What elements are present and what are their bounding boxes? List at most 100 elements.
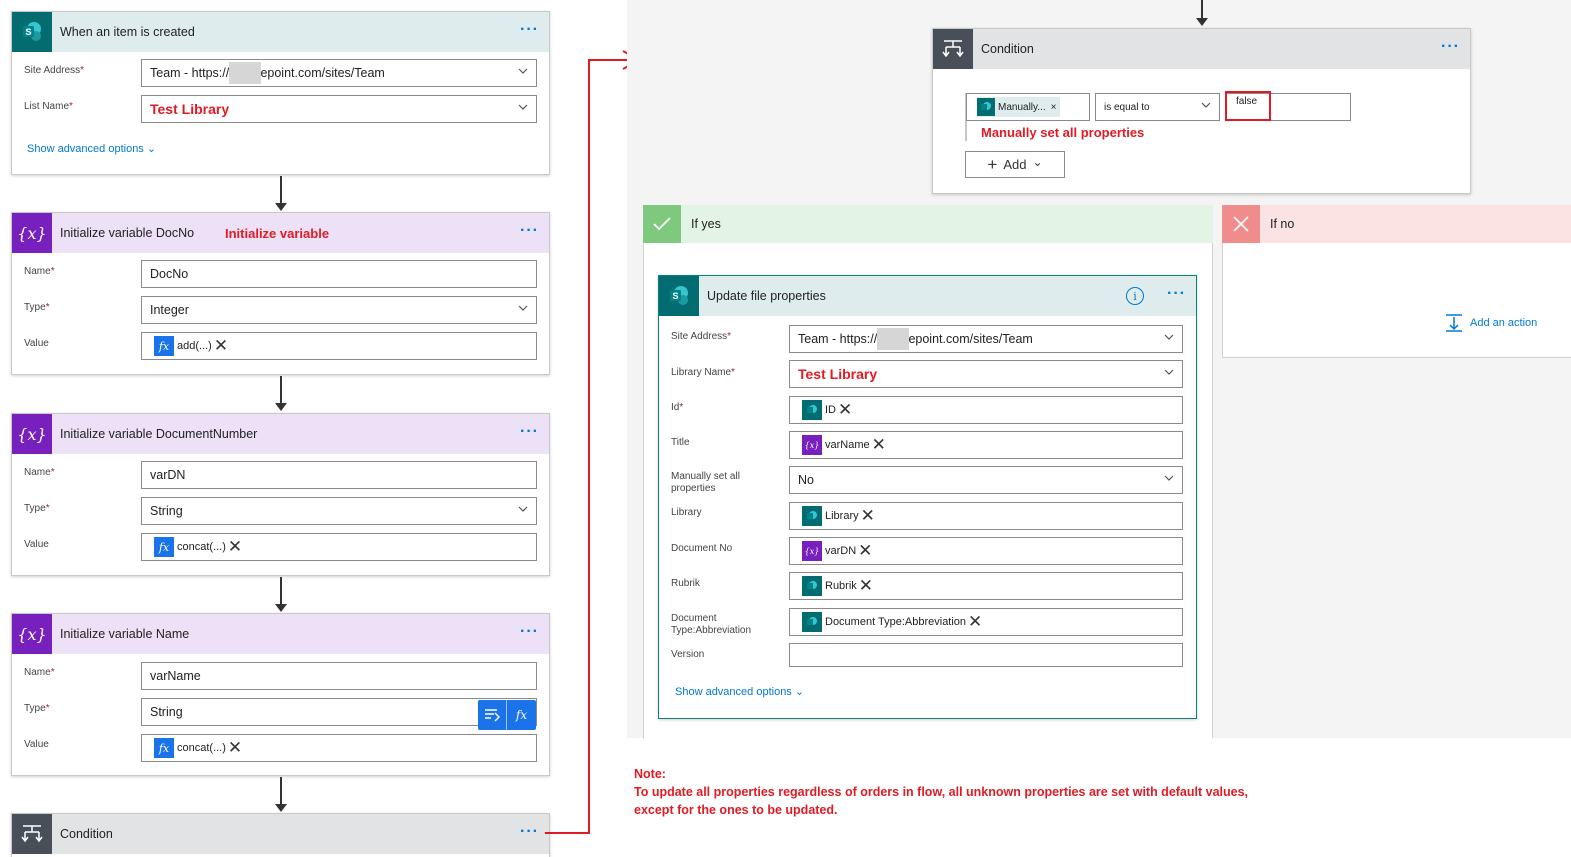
library-name-dropdown[interactable]: Test Library: [789, 360, 1183, 388]
more-options-icon[interactable]: ···: [1441, 39, 1460, 55]
chevron-down-icon[interactable]: [1164, 367, 1174, 377]
initialize-variable-annotation: Initialize variable: [225, 226, 330, 241]
init-variable-name-card[interactable]: {x} Initialize variable Name ··· Name* v…: [11, 613, 550, 776]
more-options-icon[interactable]: ···: [520, 824, 539, 840]
condition-collapsed-header[interactable]: Condition ···: [12, 814, 549, 854]
remove-token-icon[interactable]: ✕: [228, 739, 242, 756]
type-dropdown[interactable]: String: [141, 497, 537, 525]
condition-collapsed-card[interactable]: Condition ···: [11, 813, 550, 857]
condition-collapsed-title: Condition: [60, 827, 113, 841]
init-variable-docno-card[interactable]: {x} Initialize variable DocNo Initialize…: [11, 212, 550, 375]
expression-token[interactable]: fx concat(...) ✕: [154, 537, 242, 557]
init-documentnumber-header[interactable]: {x} Initialize variable DocumentNumber ·…: [12, 414, 549, 454]
if-no-header[interactable]: If no: [1222, 205, 1571, 243]
dynamic-content-icon[interactable]: [478, 700, 507, 730]
type-label: Type*: [24, 302, 50, 313]
dynamic-token-id[interactable]: ID ✕: [802, 400, 852, 420]
library-input[interactable]: Library ✕: [789, 502, 1183, 530]
trigger-card-header[interactable]: S When an item is created ···: [12, 12, 549, 52]
remove-token-icon[interactable]: ✕: [838, 401, 852, 418]
name-input[interactable]: varDN: [141, 461, 537, 489]
library-name-value: Test Library: [798, 366, 878, 382]
chevron-down-icon: ⌄: [146, 143, 157, 155]
dynamic-content-toolbar: fx: [478, 700, 536, 730]
dynamic-token-label: Library: [825, 510, 859, 522]
show-advanced-options-link[interactable]: Show advanced options ⌄: [675, 685, 804, 698]
dynamic-token-library[interactable]: Library ✕: [802, 506, 875, 526]
dynamic-token-varname[interactable]: {x} varName ✕: [802, 435, 886, 455]
sharepoint-icon: [802, 400, 822, 420]
dynamic-token-label: varName: [825, 439, 870, 451]
name-input[interactable]: DocNo: [141, 260, 537, 288]
expression-token[interactable]: fx add(...) ✕: [154, 336, 228, 356]
name-input[interactable]: varName: [141, 662, 537, 690]
site-address-dropdown[interactable]: Team - https:// .sharepoint.com/sites/Te…: [789, 325, 1183, 353]
if-yes-header[interactable]: If yes: [643, 205, 1213, 243]
more-options-icon[interactable]: ···: [520, 223, 539, 239]
show-advanced-options-link[interactable]: Show advanced options ⌄: [27, 142, 156, 155]
more-options-icon[interactable]: ···: [520, 624, 539, 640]
expression-token[interactable]: fx concat(...) ✕: [154, 738, 242, 758]
list-name-dropdown[interactable]: Test Library: [141, 95, 537, 123]
dynamic-token-rubrik[interactable]: Rubrik ✕: [802, 576, 873, 596]
connector-arrow-icon: [275, 604, 287, 612]
if-no-title: If no: [1270, 217, 1295, 231]
info-icon[interactable]: i: [1126, 287, 1144, 305]
condition-left-operand[interactable]: Manually... ×: [966, 93, 1090, 121]
value-input[interactable]: fx concat(...) ✕: [141, 734, 537, 762]
manually-set-dropdown[interactable]: No: [789, 466, 1183, 494]
remove-token-icon[interactable]: ✕: [859, 577, 873, 594]
note-title: Note:: [634, 767, 666, 781]
chevron-down-icon[interactable]: [518, 66, 528, 76]
site-address-dropdown[interactable]: Team - https:// .sharepoint.com/sites/Te…: [141, 59, 537, 87]
dynamic-token-document-type[interactable]: Document Type:Abbreviation ✕: [802, 612, 982, 632]
document-no-input[interactable]: {x} varDN ✕: [789, 537, 1183, 565]
remove-token-icon[interactable]: ✕: [228, 538, 242, 555]
remove-token-icon[interactable]: ✕: [968, 613, 982, 630]
chevron-down-icon[interactable]: [518, 504, 528, 514]
operator-dropdown[interactable]: is equal to: [1095, 93, 1220, 121]
chevron-down-icon[interactable]: [518, 303, 528, 313]
init-variable-documentnumber-card[interactable]: {x} Initialize variable DocumentNumber ·…: [11, 413, 550, 576]
init-name-header[interactable]: {x} Initialize variable Name ···: [12, 614, 549, 654]
condition-header[interactable]: Condition ···: [933, 29, 1470, 69]
title-input[interactable]: {x} varName ✕: [789, 431, 1183, 459]
add-button[interactable]: + Add ⌄: [965, 151, 1065, 178]
chevron-down-icon[interactable]: [1164, 332, 1174, 342]
remove-token-icon[interactable]: ✕: [214, 337, 228, 354]
more-options-icon[interactable]: ···: [1167, 286, 1186, 302]
init-docno-header[interactable]: {x} Initialize variable DocNo Initialize…: [12, 213, 549, 253]
variable-icon: {x}: [12, 614, 52, 654]
value-input[interactable]: fx add(...) ✕: [141, 332, 537, 360]
expression-fx-icon[interactable]: fx: [507, 700, 536, 730]
rubrik-input[interactable]: Rubrik ✕: [789, 572, 1183, 600]
more-options-icon[interactable]: ···: [520, 22, 539, 38]
add-an-action-link[interactable]: Add an action: [1444, 314, 1537, 332]
id-input[interactable]: ID ✕: [789, 396, 1183, 424]
update-file-properties-header[interactable]: S Update file properties i ···: [659, 276, 1196, 316]
sharepoint-icon: S: [12, 12, 52, 52]
site-address-value: Team - https:// .sharepoint.com/sites/Te…: [798, 332, 1033, 346]
remove-token-icon[interactable]: ×: [1051, 102, 1057, 113]
update-file-properties-card[interactable]: S Update file properties i ··· Site Addr…: [658, 275, 1197, 719]
chevron-down-icon[interactable]: [518, 102, 528, 112]
value-input[interactable]: fx concat(...) ✕: [141, 533, 537, 561]
condition-card[interactable]: Condition ··· Manually... × is equal to …: [932, 28, 1471, 194]
remove-token-icon[interactable]: ✕: [861, 507, 875, 524]
trigger-card[interactable]: S When an item is created ··· Site Addre…: [11, 11, 550, 175]
chevron-down-icon: ⌄: [794, 686, 805, 698]
more-options-icon[interactable]: ···: [520, 424, 539, 440]
type-dropdown[interactable]: Integer: [141, 296, 537, 324]
chevron-down-icon[interactable]: [1201, 100, 1211, 110]
note-annotation: Note: To update all properties regardles…: [634, 765, 1248, 819]
list-name-value: Test Library: [150, 101, 230, 117]
remove-token-icon[interactable]: ✕: [872, 436, 886, 453]
dynamic-token-vardn[interactable]: {x} varDN ✕: [802, 541, 872, 561]
document-no-label: Document No: [671, 543, 733, 554]
list-name-label: List Name*: [24, 101, 73, 112]
remove-token-icon[interactable]: ✕: [858, 542, 872, 559]
dynamic-token-manually[interactable]: Manually... ×: [977, 97, 1061, 117]
document-type-input[interactable]: Document Type:Abbreviation ✕: [789, 608, 1183, 636]
chevron-down-icon[interactable]: [1164, 473, 1174, 483]
version-input[interactable]: [789, 643, 1183, 667]
